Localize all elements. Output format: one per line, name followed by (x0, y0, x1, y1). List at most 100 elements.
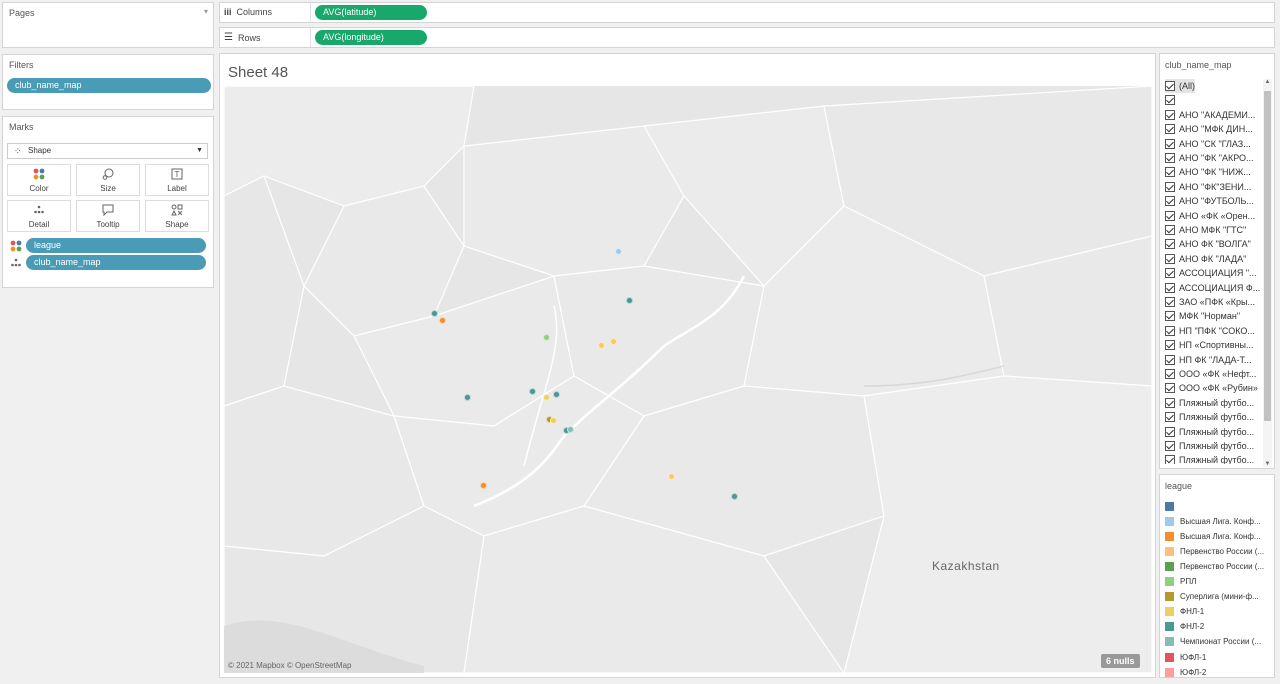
checkbox-icon[interactable] (1165, 124, 1175, 135)
map-attribution[interactable]: © 2021 Mapbox © OpenStreetMap (228, 661, 351, 670)
club-filter-item[interactable]: АНО ФК "ВОЛГА" (1165, 237, 1251, 251)
club-filter-scrollbar[interactable]: ▲ ▼ (1263, 79, 1272, 467)
club-filter-item[interactable]: НП «Спортивны... (1165, 338, 1254, 352)
club-filter-item[interactable]: АНО «ФК «Орен... (1165, 209, 1255, 223)
club-filter-item[interactable]: АНО МФК "ГТС" (1165, 223, 1246, 237)
checkbox-icon[interactable] (1165, 196, 1175, 207)
mark-type-dropdown[interactable]: ⁘ Shape ▼ (7, 143, 208, 159)
club-filter-item[interactable]: ЗАО «ПФК «Кры... (1165, 295, 1255, 309)
filter-pill-club-name-map[interactable]: club_name_map (7, 78, 211, 93)
map-point[interactable] (668, 473, 675, 480)
checkbox-icon[interactable] (1165, 153, 1175, 163)
map-view[interactable]: Kazakhstan © 2021 Mapbox © OpenStreetMap… (224, 86, 1152, 673)
club-filter-item[interactable]: АНО "ФК "АКРО... (1165, 151, 1254, 165)
checkbox-icon[interactable] (1165, 282, 1175, 293)
checkbox-icon[interactable] (1165, 311, 1175, 322)
checkbox-icon[interactable] (1165, 81, 1175, 91)
club-filter-item[interactable]: ООО «ФК «Нефт... (1165, 367, 1256, 381)
club-filter-item[interactable]: АНО "ФК "НИЖ... (1165, 165, 1251, 179)
columns-pill[interactable]: AVG(latitude) (315, 5, 427, 20)
club-filter-item[interactable]: НП "ПФК "СОКО... (1165, 324, 1255, 338)
checkbox-icon[interactable] (1165, 138, 1175, 149)
club-filter-item[interactable]: АНО "ФУТБОЛЬ... (1165, 194, 1254, 208)
club-filter-item[interactable]: Пляжный футбо... (1165, 453, 1254, 464)
league-legend-item[interactable]: ФНЛ-1 (1165, 605, 1204, 619)
club-filter-item[interactable]: ООО «ФК «Рубин» (1165, 381, 1258, 395)
map-point[interactable] (610, 338, 617, 345)
club-filter-item[interactable]: АНО ФК "ЛАДА" (1165, 252, 1246, 266)
checkbox-icon[interactable] (1165, 412, 1175, 423)
club-filter-item[interactable] (1165, 93, 1179, 107)
checkbox-icon[interactable] (1165, 455, 1175, 464)
size-button[interactable]: Size (76, 164, 140, 196)
marks-field-club-name-map[interactable]: club_name_map (26, 255, 206, 270)
scrollbar-thumb[interactable] (1264, 91, 1271, 421)
club-filter-item[interactable]: Пляжный футбо... (1165, 439, 1254, 453)
league-legend-item[interactable]: Высшая Лига. Конф... (1165, 529, 1261, 543)
checkbox-icon[interactable] (1165, 441, 1175, 451)
checkbox-icon[interactable] (1165, 225, 1175, 235)
label-button[interactable]: T Label (145, 164, 209, 196)
map-point[interactable] (553, 391, 560, 398)
scroll-up-icon[interactable]: ▲ (1263, 79, 1272, 85)
map-point[interactable] (439, 317, 446, 324)
league-legend-item[interactable]: Первенство России (... (1165, 559, 1264, 573)
map-point[interactable] (731, 493, 738, 500)
league-legend-item[interactable]: Чемпионат России (... (1165, 635, 1261, 649)
pages-menu-icon[interactable]: ▾ (204, 7, 208, 16)
map-point[interactable] (567, 426, 574, 433)
checkbox-icon[interactable] (1165, 325, 1175, 336)
club-filter-all[interactable]: (All) (1165, 79, 1195, 93)
map-point[interactable] (543, 334, 550, 341)
club-filter-item[interactable]: АНО "МФК ДИН... (1165, 122, 1253, 136)
checkbox-icon[interactable] (1165, 239, 1175, 250)
league-legend-item[interactable]: Высшая Лига. Конф... (1165, 514, 1261, 528)
club-filter-item[interactable]: АНО "СК "ГЛАЗ... (1165, 137, 1251, 151)
nulls-indicator[interactable]: 6 nulls (1101, 654, 1140, 668)
marks-field-league[interactable]: league (26, 238, 206, 253)
map-point[interactable] (615, 248, 622, 255)
checkbox-icon[interactable] (1165, 426, 1175, 437)
map-point[interactable] (464, 394, 471, 401)
map-point[interactable] (598, 342, 605, 349)
color-button[interactable]: Color (7, 164, 71, 196)
checkbox-icon[interactable] (1165, 354, 1175, 365)
checkbox-icon[interactable] (1165, 369, 1175, 379)
checkbox-icon[interactable] (1165, 210, 1175, 221)
checkbox-icon[interactable] (1165, 109, 1175, 120)
league-legend-item[interactable]: Суперлига (мини-ф... (1165, 590, 1259, 604)
detail-button[interactable]: Detail (7, 200, 71, 232)
checkbox-icon[interactable] (1165, 397, 1175, 408)
rows-shelf[interactable]: ☰ Rows AVG(longitude) (219, 27, 1275, 48)
rows-pill[interactable]: AVG(longitude) (315, 30, 427, 45)
club-filter-item[interactable]: Пляжный футбо... (1165, 396, 1254, 410)
map-point[interactable] (480, 482, 487, 489)
checkbox-icon[interactable] (1165, 95, 1175, 106)
club-filter-item[interactable]: Пляжный футбо... (1165, 425, 1254, 439)
checkbox-icon[interactable] (1165, 253, 1175, 264)
league-legend-item[interactable]: Первенство России (... (1165, 544, 1264, 558)
league-legend-item[interactable] (1165, 499, 1180, 513)
checkbox-icon[interactable] (1165, 297, 1175, 307)
checkbox-icon[interactable] (1165, 181, 1175, 192)
checkbox-icon[interactable] (1165, 340, 1175, 351)
club-filter-item[interactable]: АНО "АКАДЕМИ... (1165, 108, 1255, 122)
map-point[interactable] (550, 417, 557, 424)
league-legend-item[interactable]: ЮФЛ-1 (1165, 650, 1206, 664)
club-filter-item[interactable]: АССОЦИАЦИЯ Ф... (1165, 281, 1260, 295)
shape-button[interactable]: Shape (145, 200, 209, 232)
club-filter-item[interactable]: МФК "Норман" (1165, 309, 1240, 323)
columns-shelf[interactable]: iii Columns AVG(latitude) (219, 2, 1275, 23)
map-point[interactable] (529, 388, 536, 395)
tooltip-button[interactable]: Tooltip (76, 200, 140, 232)
club-filter-item[interactable]: АНО "ФК"ЗЕНИ... (1165, 180, 1251, 194)
map-point[interactable] (543, 394, 550, 401)
club-filter-item[interactable]: АССОЦИАЦИЯ "... (1165, 266, 1257, 280)
map-point[interactable] (626, 297, 633, 304)
club-filter-item[interactable]: НП ФК "ЛАДА-Т... (1165, 353, 1252, 367)
league-legend-item[interactable]: ЮФЛ-2 (1165, 665, 1206, 679)
checkbox-icon[interactable] (1165, 383, 1175, 394)
club-filter-item[interactable]: Пляжный футбо... (1165, 410, 1254, 424)
checkbox-icon[interactable] (1165, 167, 1175, 178)
league-legend-item[interactable]: РПЛ (1165, 575, 1196, 589)
